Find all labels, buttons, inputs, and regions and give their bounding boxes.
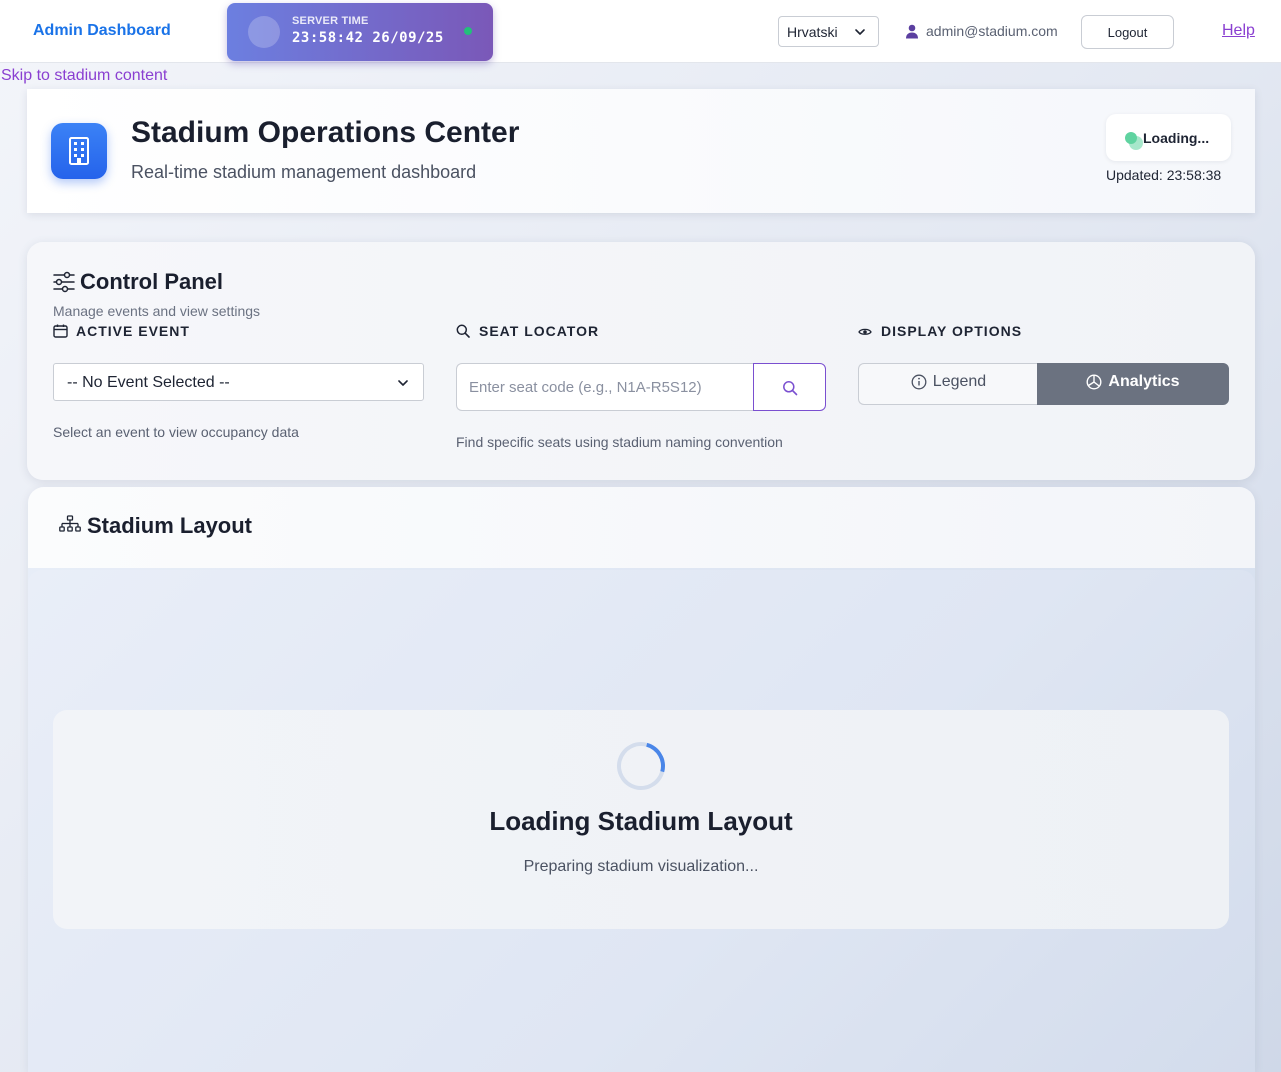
- page-subtitle: Real-time stadium management dashboard: [131, 162, 477, 182]
- loading-card: Loading Stadium Layout Preparing stadium…: [53, 710, 1229, 929]
- chevron-down-icon: [397, 376, 409, 394]
- seat-search-button[interactable]: [753, 363, 826, 411]
- sliders-icon: [53, 271, 75, 298]
- stadium-layout-header: Stadium Layout: [28, 487, 1255, 568]
- stadium-layout-body: Loading Stadium Layout Preparing stadium…: [28, 570, 1255, 1072]
- analytics-button-label: Analytics: [1108, 373, 1180, 390]
- clock-orb-icon: [248, 16, 280, 48]
- language-selected-value: Hrvatski: [787, 24, 838, 40]
- language-select[interactable]: Hrvatski: [778, 16, 879, 47]
- brand-link[interactable]: Admin Dashboard: [33, 22, 171, 40]
- chevron-down-icon: [854, 25, 866, 41]
- building-icon: [51, 123, 107, 179]
- info-icon: [911, 374, 927, 390]
- connection-status-badge: Loading...: [1106, 114, 1231, 161]
- legend-button-label: Legend: [932, 373, 987, 390]
- page-title: Stadium Operations Center: [131, 116, 520, 149]
- pie-chart-icon: [1086, 374, 1102, 390]
- display-options-label-text: DISPLAY OPTIONS: [881, 323, 1023, 339]
- search-icon: [783, 381, 798, 396]
- live-status-dot-icon: [464, 27, 472, 35]
- skip-to-content-link[interactable]: Skip to stadium content: [1, 67, 167, 85]
- user-email: admin@stadium.com: [926, 23, 1058, 39]
- server-time-widget: SERVER TIME 23:58:42 26/09/25: [227, 3, 493, 61]
- server-time-label: SERVER TIME: [292, 15, 369, 27]
- legend-toggle-button[interactable]: Legend: [858, 363, 1038, 405]
- user-icon: [905, 24, 919, 42]
- calendar-icon: [53, 324, 68, 338]
- status-text: Loading...: [1143, 130, 1210, 146]
- loading-subtitle: Preparing stadium visualization...: [523, 858, 759, 875]
- logout-button[interactable]: Logout: [1081, 15, 1174, 49]
- event-select[interactable]: -- No Event Selected --: [53, 363, 424, 401]
- seat-locator-hint: Find specific seats using stadium naming…: [456, 434, 783, 450]
- last-updated-text: Updated: 23:58:38: [1106, 167, 1222, 183]
- top-navbar: Admin Dashboard SERVER TIME 23:58:42 26/…: [0, 0, 1281, 63]
- loading-title: Loading Stadium Layout: [489, 806, 793, 836]
- stadium-layout-title: Stadium Layout: [87, 513, 253, 538]
- loading-spinner-icon: [608, 733, 674, 799]
- server-time-value: 23:58:42 26/09/25: [292, 30, 444, 46]
- active-event-label-text: ACTIVE EVENT: [76, 323, 190, 339]
- seat-code-input[interactable]: [456, 363, 754, 411]
- event-selected-value: -- No Event Selected --: [67, 374, 230, 391]
- analytics-toggle-button[interactable]: Analytics: [1037, 363, 1229, 405]
- control-panel-subtitle: Manage events and view settings: [53, 303, 261, 319]
- eye-icon: [858, 328, 872, 335]
- seat-locator-label-text: SEAT LOCATOR: [479, 323, 600, 339]
- help-link[interactable]: Help: [1222, 22, 1255, 40]
- stadium-layout-card: Stadium Layout Loading Stadium Layout Pr…: [28, 487, 1255, 1072]
- control-panel: Control Panel Manage events and view set…: [27, 242, 1255, 480]
- sitemap-icon: [59, 515, 81, 532]
- control-panel-title: Control Panel: [80, 269, 224, 294]
- search-icon: [456, 324, 470, 338]
- active-event-hint: Select an event to view occupancy data: [53, 424, 299, 440]
- status-pulse-icon: [1129, 136, 1143, 150]
- header-card: Stadium Operations Center Real-time stad…: [27, 89, 1255, 213]
